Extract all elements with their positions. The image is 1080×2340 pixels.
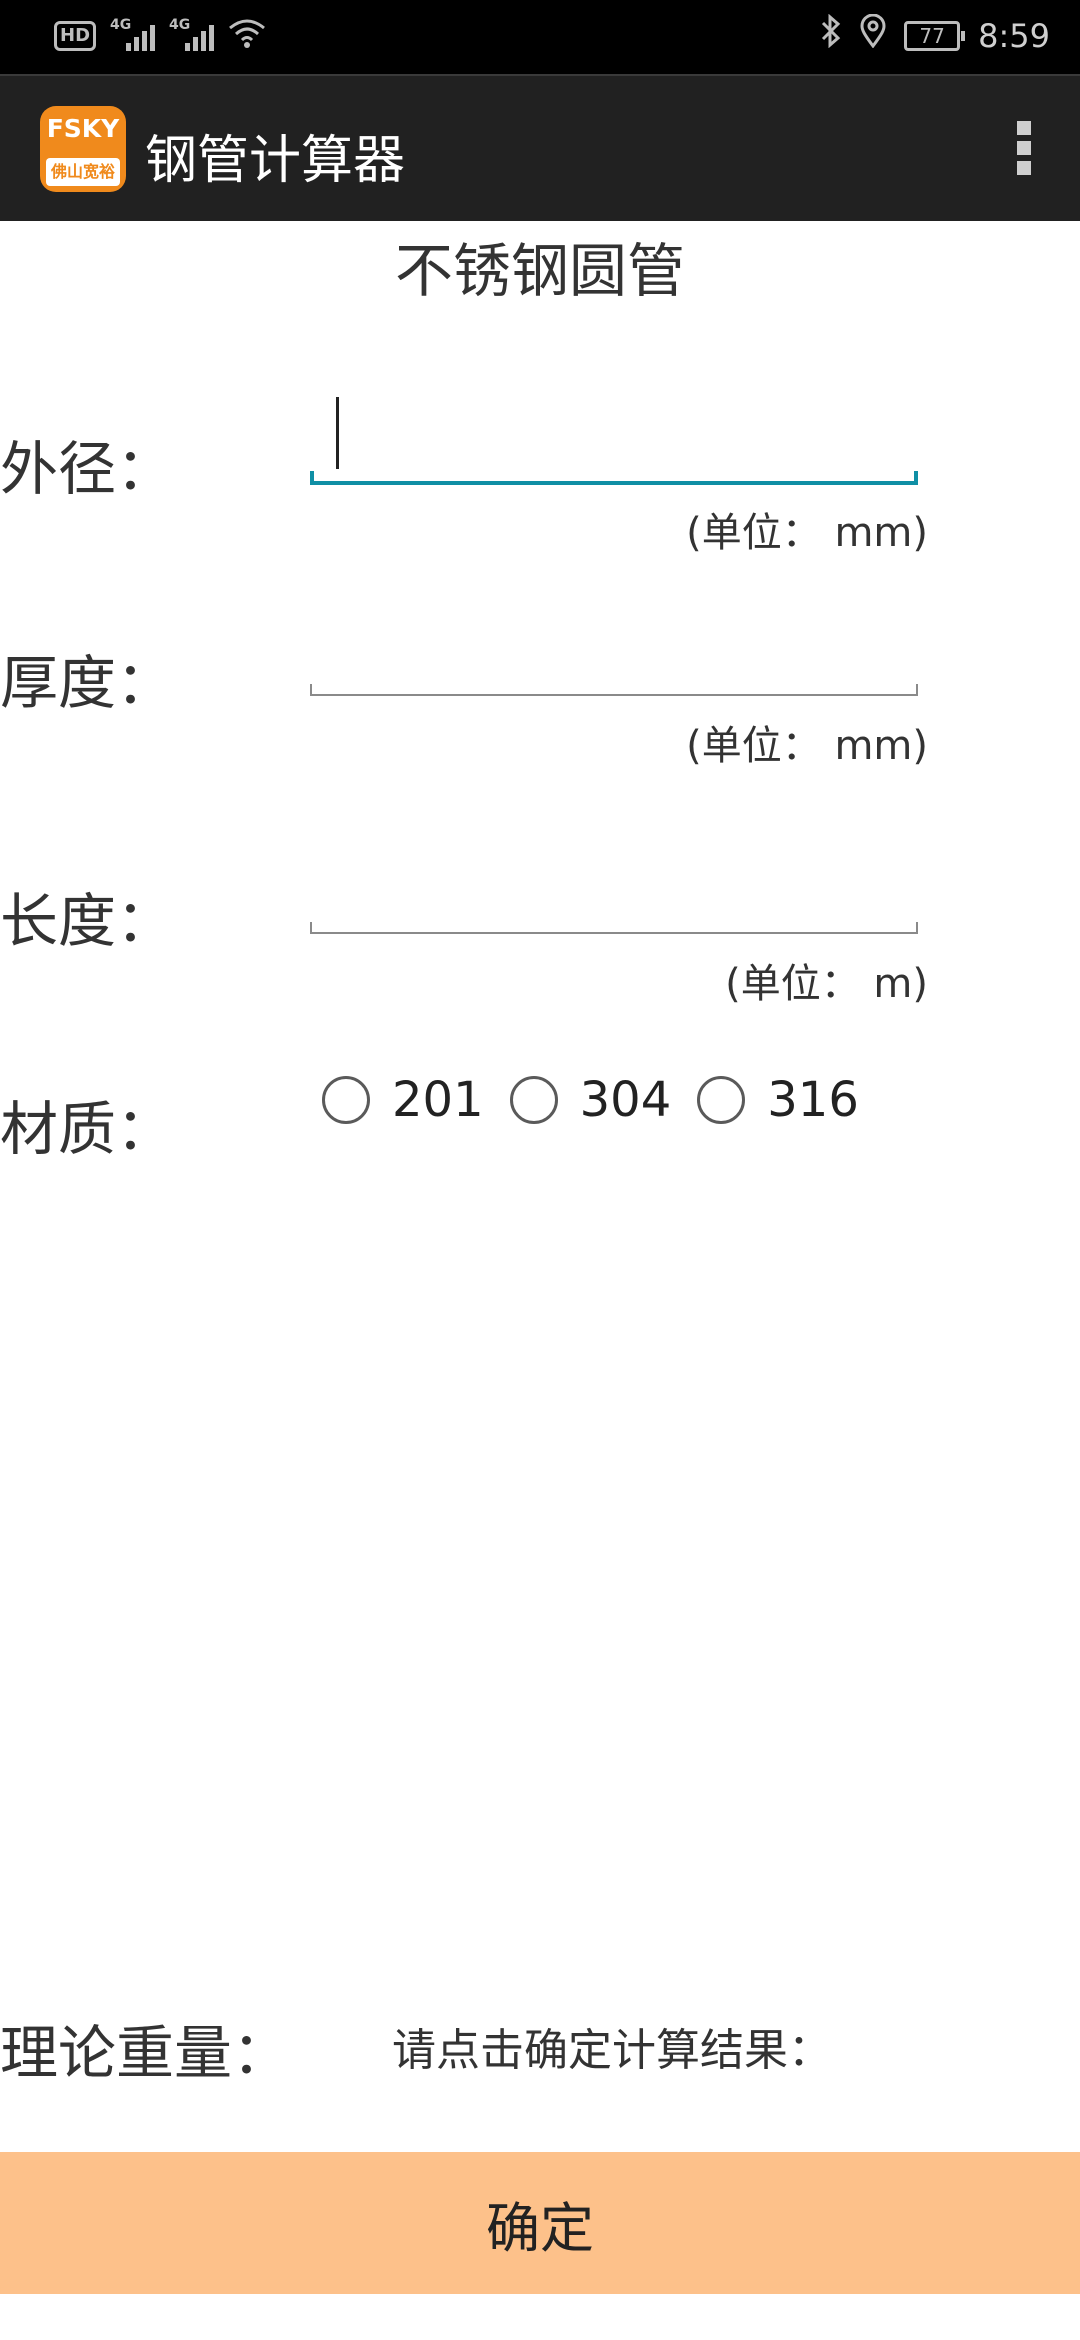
thickness-label: 厚度： xyxy=(0,649,175,717)
radio-304[interactable]: 304 xyxy=(509,1072,671,1128)
confirm-button[interactable]: 确定 xyxy=(0,2152,1080,2294)
radio-unchecked-icon[interactable] xyxy=(697,1076,746,1124)
radio-201[interactable]: 201 xyxy=(322,1072,484,1128)
length-label: 长度： xyxy=(0,887,175,955)
app-bar: FSKY 佛山宽裕 钢管计算器 xyxy=(0,74,1080,221)
bluetooth-icon xyxy=(820,13,842,57)
app-logo: FSKY 佛山宽裕 xyxy=(40,106,126,192)
outer-diameter-unit: (单位： mm) xyxy=(686,510,928,556)
overflow-menu-icon[interactable] xyxy=(1004,116,1044,186)
radio-unchecked-icon[interactable] xyxy=(509,1076,558,1124)
result-label: 理论重量： xyxy=(0,2019,291,2087)
page-title: 不锈钢圆管 xyxy=(394,237,685,305)
signal-icon: 4G xyxy=(110,17,156,51)
material-radio-group: 201 304 316 xyxy=(322,1072,885,1128)
status-right-icons: 77 8:59 xyxy=(820,13,1050,57)
signal-icon: 4G xyxy=(169,17,215,51)
outer-diameter-input[interactable] xyxy=(310,471,918,485)
wifi-icon xyxy=(228,18,266,53)
app-title: 钢管计算器 xyxy=(145,131,406,191)
result-value: 请点击确定计算结果： xyxy=(392,2025,832,2076)
clock: 8:59 xyxy=(978,16,1050,55)
length-input[interactable] xyxy=(310,922,918,934)
status-left-icons: HD 4G 4G xyxy=(54,17,266,53)
outer-diameter-label: 外径： xyxy=(0,435,175,503)
radio-unchecked-icon[interactable] xyxy=(322,1076,370,1124)
hd-icon: HD xyxy=(54,20,97,51)
location-icon xyxy=(860,13,886,57)
thickness-unit: (单位： mm) xyxy=(686,723,928,769)
length-unit: (单位： m) xyxy=(725,961,928,1007)
material-label: 材质： xyxy=(0,1095,175,1163)
battery-icon: 77 xyxy=(904,20,966,51)
radio-316[interactable]: 316 xyxy=(697,1072,859,1128)
text-cursor xyxy=(336,397,339,469)
status-bar: HD 4G 4G 77 8:59 xyxy=(0,0,1080,74)
thickness-input[interactable] xyxy=(310,684,918,696)
